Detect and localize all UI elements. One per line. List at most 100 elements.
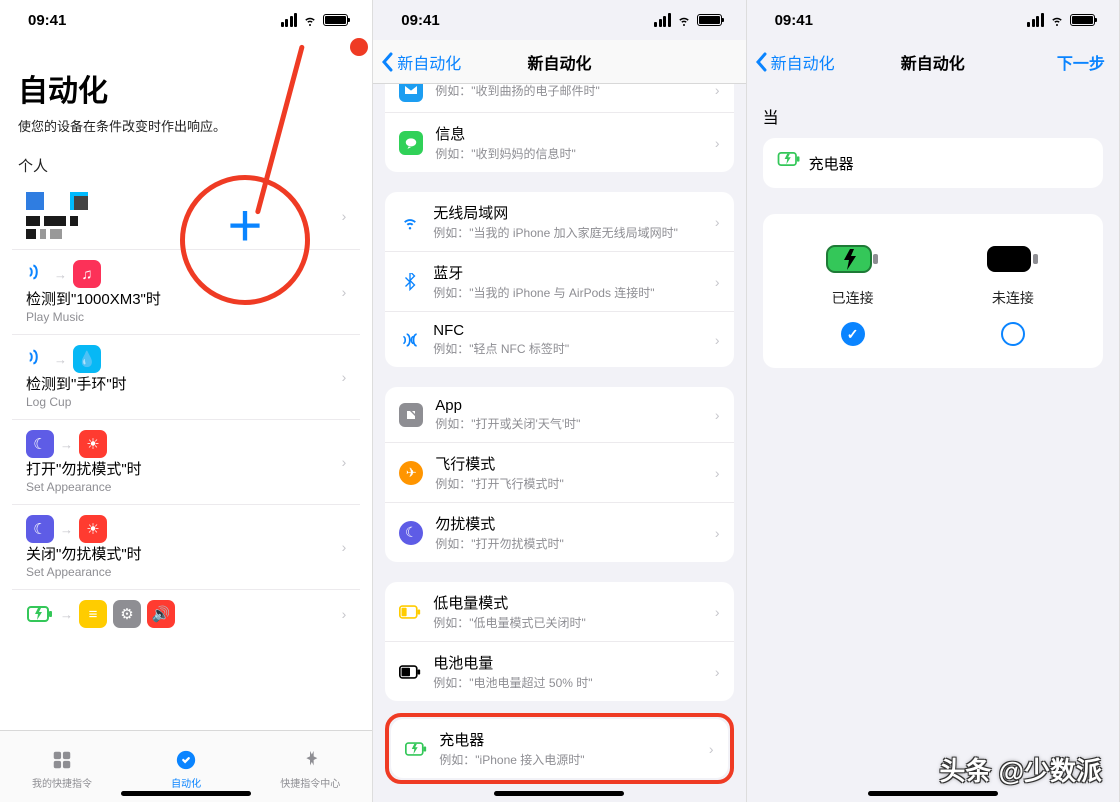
trigger-row-message[interactable]: 信息例如："收到妈妈的信息时" › (385, 112, 733, 172)
moon-icon: ☾ (26, 515, 54, 543)
arrow-icon: → (60, 522, 73, 537)
row-sub: 例如："打开飞行模式时" (435, 475, 719, 492)
chevron-icon: › (715, 274, 720, 290)
trigger-row-dnd[interactable]: ☾ 勿扰模式例如："打开勿扰模式时" › (385, 502, 733, 562)
chevron-icon: › (709, 741, 714, 757)
bluetooth-near-icon (26, 346, 48, 373)
item-title: 打开"勿扰模式"时 (26, 458, 346, 479)
card-label: 充电器 (809, 153, 854, 174)
battery-icon (323, 14, 348, 26)
chevron-icon: › (715, 214, 720, 230)
option-connected[interactable]: 已连接 (773, 244, 933, 346)
next-button[interactable]: 下一步 (1057, 50, 1105, 74)
music-icon: ♫ (73, 260, 101, 288)
chevron-icon: › (715, 465, 720, 481)
bluetooth-near-icon (26, 261, 48, 288)
highlighted-row-container: 充电器例如："iPhone 接入电源时" › (385, 713, 733, 784)
config-body: 当 充电器 已连接 未连接 (747, 84, 1119, 388)
chevron-icon: › (715, 84, 720, 98)
trigger-list[interactable]: 例如："收到曲扬的电子邮件时" › 信息例如："收到妈妈的信息时" › 无线局域… (373, 84, 745, 802)
trigger-row-mail[interactable]: 例如："收到曲扬的电子邮件时" › (385, 84, 733, 112)
item-title: 检测到"手环"时 (26, 373, 346, 394)
row-sub: 例如："收到曲扬的电子邮件时" (435, 84, 719, 99)
chevron-icon: › (342, 539, 347, 555)
trigger-row-wifi[interactable]: 无线局域网例如："当我的 iPhone 加入家庭无线局域网时" › (385, 192, 733, 251)
sound-icon: 🔊 (147, 600, 175, 628)
chevron-icon: › (342, 208, 347, 224)
item-title: 检测到"1000XM3"时 (26, 288, 346, 309)
automation-item[interactable]: → ≡ ⚙ 🔊 › (12, 589, 360, 638)
row-title: App (435, 397, 719, 414)
lowpower-icon (399, 601, 421, 623)
battery-icon (1070, 14, 1095, 26)
nfc-icon (399, 329, 421, 351)
row-sub: 例如："轻点 NFC 标签时" (433, 340, 719, 357)
trigger-card: 充电器 (763, 138, 1103, 188)
item-sub: Set Appearance (26, 565, 346, 579)
when-label: 当 (763, 104, 1103, 128)
radio-checked[interactable] (841, 322, 865, 346)
page-subtitle: 使您的设备在条件改变时作出响应。 (18, 116, 354, 135)
automation-item[interactable]: → 💧 检测到"手环"时 Log Cup › (12, 334, 360, 419)
phone-charger-config: 09:41 新自动化 新自动化 下一步 当 充电器 (747, 0, 1120, 802)
arrow-icon: → (60, 607, 73, 622)
chevron-icon: › (715, 332, 720, 348)
arrow-icon: → (54, 267, 67, 282)
chevron-icon: › (715, 525, 720, 541)
trigger-row-lowpower[interactable]: 低电量模式例如："低电量模式已关闭时" › (385, 582, 733, 641)
moon-icon: ☾ (26, 430, 54, 458)
status-time: 09:41 (775, 12, 813, 29)
trigger-row-airplane[interactable]: ✈ 飞行模式例如："打开飞行模式时" › (385, 442, 733, 502)
arrow-icon: → (54, 352, 67, 367)
back-button[interactable]: 新自动化 (381, 50, 461, 74)
trigger-row-charger[interactable]: 充电器例如："iPhone 接入电源时" › (391, 719, 727, 778)
item-sub: Log Cup (26, 395, 346, 409)
row-title: 充电器 (439, 729, 713, 750)
chevron-icon: › (342, 369, 347, 385)
option-label: 已连接 (832, 288, 874, 308)
charger-icon (777, 152, 799, 174)
row-title: NFC (433, 322, 719, 339)
back-button[interactable]: 新自动化 (755, 50, 835, 74)
tab-gallery[interactable]: 快捷指令中心 (248, 731, 372, 802)
status-time: 09:41 (28, 12, 66, 29)
trigger-row-bluetooth[interactable]: 蓝牙例如："当我的 iPhone 与 AirPods 连接时" › (385, 251, 733, 311)
radio-unchecked[interactable] (1001, 322, 1025, 346)
row-title: 蓝牙 (433, 262, 719, 283)
row-sub: 例如："低电量模式已关闭时" (433, 614, 719, 631)
water-icon: 💧 (73, 345, 101, 373)
chevron-icon: › (715, 604, 720, 620)
options-card: 已连接 未连接 (763, 214, 1103, 368)
battery-level-icon (399, 661, 421, 683)
row-sub: 例如："收到妈妈的信息时" (435, 145, 719, 162)
status-bar: 09:41 (747, 0, 1119, 40)
row-title: 勿扰模式 (435, 513, 719, 534)
row-title: 无线局域网 (433, 202, 719, 223)
chevron-icon: › (342, 454, 347, 470)
phone-new-automation-list: 09:41 新自动化 新自动化 例如："收到曲扬的电子邮件时" › 信息例如："… (373, 0, 746, 802)
row-title: 信息 (435, 123, 719, 144)
message-icon (399, 131, 423, 155)
bluetooth-icon (399, 271, 421, 293)
signal-icon (281, 13, 298, 27)
wifi-icon (676, 12, 692, 28)
trigger-row-batterylevel[interactable]: 电池电量例如："电池电量超过 50% 时" › (385, 641, 733, 701)
status-bar: 09:41 (373, 0, 745, 40)
item-sub: Play Music (26, 310, 346, 324)
row-sub: 例如："当我的 iPhone 加入家庭无线局域网时" (433, 224, 719, 241)
appearance-icon: ☀ (79, 515, 107, 543)
automation-item[interactable]: ☾ → ☀ 打开"勿扰模式"时 Set Appearance › (12, 419, 360, 504)
tab-label: 快捷指令中心 (280, 775, 340, 790)
row-title: 电池电量 (433, 652, 719, 673)
page-title: 自动化 (18, 66, 354, 110)
trigger-row-nfc[interactable]: NFC例如："轻点 NFC 标签时" › (385, 311, 733, 367)
tab-shortcuts[interactable]: 我的快捷指令 (0, 731, 124, 802)
item-sub: Set Appearance (26, 480, 346, 494)
automation-item[interactable]: ☾ → ☀ 关闭"勿扰模式"时 Set Appearance › (12, 504, 360, 589)
charger-icon (26, 600, 54, 628)
status-icons (281, 12, 349, 28)
wifi-icon (302, 12, 318, 28)
row-sub: 例如："打开勿扰模式时" (435, 535, 719, 552)
trigger-row-app[interactable]: App例如："打开或关闭'天气'时" › (385, 387, 733, 442)
option-disconnected[interactable]: 未连接 (933, 244, 1093, 346)
